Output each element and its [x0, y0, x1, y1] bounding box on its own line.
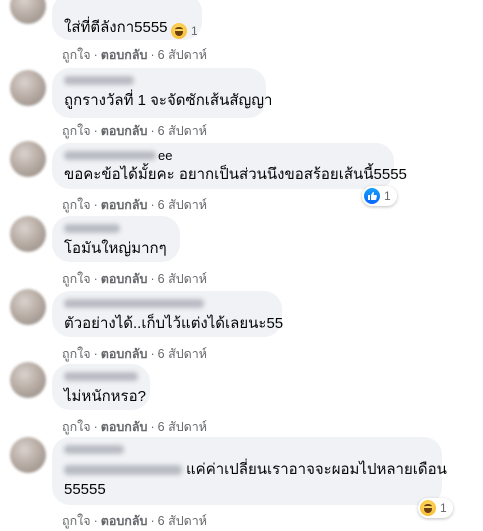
- comment-text-line-1: แค่ค่าเปลี่ยนเราอาจจะผอมไปหลายเดือน: [64, 460, 447, 480]
- timestamp[interactable]: 6 สัปดาห์: [158, 420, 207, 434]
- separator-dot: ·: [150, 514, 155, 528]
- separator-dot: ·: [93, 124, 98, 138]
- comment-text: ถูกรางวัลที่ 1 จะจัดซักเส้นสัญญา: [64, 92, 273, 109]
- comment-actions: ถูกใจ · ตอบกลับ · 6 สัปดาห์: [62, 45, 207, 65]
- avatar[interactable]: [10, 216, 46, 252]
- reply-link[interactable]: ตอบกลับ: [101, 347, 148, 361]
- comment-actions: ถูกใจ · ตอบกลับ · 6 สัปดาห์: [62, 511, 207, 531]
- comment-text: ไม่หนักหรอ?: [64, 388, 146, 405]
- comment-bubble: แค่ค่าเปลี่ยนเราอาจจะผอมไปหลายเดือน 5555…: [52, 437, 447, 505]
- separator-dot: ·: [93, 347, 98, 361]
- separator-dot: ·: [150, 48, 155, 62]
- reaction-badge[interactable]: 1: [362, 186, 397, 206]
- separator-dot: ·: [150, 420, 155, 434]
- comment-text: ตัวอย่างได้..เก็บไว้แต่งได้เลยนะ55: [64, 315, 284, 332]
- separator-dot: ·: [150, 272, 155, 286]
- commenter-name[interactable]: [64, 76, 134, 85]
- like-emoji-icon: [364, 188, 380, 204]
- comment-actions: ถูกใจ · ตอบกลับ · 6 สัปดาห์: [62, 417, 207, 437]
- commenter-name[interactable]: [64, 372, 138, 381]
- comment-bubble: โอมันใหญ่มากๆ: [52, 216, 180, 262]
- reply-link[interactable]: ตอบกลับ: [101, 48, 148, 62]
- comment-bubble: ตัวอย่างได้..เก็บไว้แต่งได้เลยนะ55: [52, 291, 284, 337]
- comment-actions: ถูกใจ · ตอบกลับ · 6 สัปดาห์: [62, 195, 207, 215]
- comment-text: แค่ค่าเปลี่ยนเราอาจจะผอมไปหลายเดือน: [186, 461, 447, 478]
- like-link[interactable]: ถูกใจ: [62, 272, 91, 286]
- like-link[interactable]: ถูกใจ: [62, 198, 91, 212]
- separator-dot: ·: [150, 198, 155, 212]
- separator-dot: ·: [93, 198, 98, 212]
- like-link[interactable]: ถูกใจ: [62, 48, 91, 62]
- timestamp[interactable]: 6 สัปดาห์: [158, 124, 207, 138]
- reply-link[interactable]: ตอบกลับ: [101, 420, 148, 434]
- like-link[interactable]: ถูกใจ: [62, 420, 91, 434]
- like-link[interactable]: ถูกใจ: [62, 514, 91, 528]
- reaction-count: 1: [191, 24, 198, 38]
- reaction-badge[interactable]: 1: [418, 498, 453, 518]
- comment-bubble: ไม่หนักหรอ?: [52, 364, 150, 410]
- avatar[interactable]: [10, 437, 46, 473]
- like-link[interactable]: ถูกใจ: [62, 124, 91, 138]
- separator-dot: ·: [93, 514, 98, 528]
- like-link[interactable]: ถูกใจ: [62, 347, 91, 361]
- comment-actions: ถูกใจ · ตอบกลับ · 6 สัปดาห์: [62, 269, 207, 289]
- reply-link[interactable]: ตอบกลับ: [101, 124, 148, 138]
- separator-dot: ·: [150, 124, 155, 138]
- avatar[interactable]: [10, 70, 46, 106]
- comment-text: โอมันใหญ่มากๆ: [64, 240, 167, 257]
- separator-dot: ·: [93, 420, 98, 434]
- timestamp[interactable]: 6 สัปดาห์: [158, 272, 207, 286]
- comment-bubble: ถูกรางวัลที่ 1 จะจัดซักเส้นสัญญา: [52, 68, 273, 118]
- reaction-count: 1: [384, 189, 391, 203]
- reply-link[interactable]: ตอบกลับ: [101, 198, 148, 212]
- comment-text-line-2: 55555: [64, 481, 106, 498]
- commenter-name[interactable]: [64, 445, 124, 454]
- comment-text: ขอคะข้อได้มั้ยคะ อยากเป็นส่วนนึงขอสร้อยเ…: [64, 166, 407, 183]
- timestamp[interactable]: 6 สัปดาห์: [158, 198, 207, 212]
- commenter-name-suffix[interactable]: ee: [158, 148, 172, 163]
- comment-actions: ถูกใจ · ตอบกลับ · 6 สัปดาห์: [62, 121, 207, 141]
- commenter-name[interactable]: [64, 150, 156, 160]
- reaction-badge[interactable]: 1: [169, 21, 204, 41]
- avatar[interactable]: [10, 289, 46, 325]
- commenter-name-row: ee: [64, 148, 382, 163]
- comment-bubble: ee ขอคะข้อได้มั้ยคะ อยากเป็นส่วนนึงขอสร้…: [52, 143, 407, 189]
- timestamp[interactable]: 6 สัปดาห์: [158, 347, 207, 361]
- separator-dot: ·: [93, 48, 98, 62]
- avatar[interactable]: [10, 0, 46, 24]
- timestamp[interactable]: 6 สัปดาห์: [158, 48, 207, 62]
- commenter-name[interactable]: [64, 299, 204, 308]
- separator-dot: ·: [93, 272, 98, 286]
- timestamp[interactable]: 6 สัปดาห์: [158, 514, 207, 528]
- haha-emoji-icon: [171, 23, 187, 39]
- avatar[interactable]: [10, 362, 46, 398]
- avatar[interactable]: [10, 141, 46, 177]
- separator-dot: ·: [150, 347, 155, 361]
- reply-link[interactable]: ตอบกลับ: [101, 514, 148, 528]
- reply-link[interactable]: ตอบกลับ: [101, 272, 148, 286]
- blurred-mention[interactable]: [64, 465, 182, 476]
- haha-emoji-icon: [420, 500, 436, 516]
- reaction-count: 1: [440, 501, 447, 515]
- comment-actions: ถูกใจ · ตอบกลับ · 6 สัปดาห์: [62, 344, 207, 364]
- commenter-name[interactable]: [64, 224, 120, 233]
